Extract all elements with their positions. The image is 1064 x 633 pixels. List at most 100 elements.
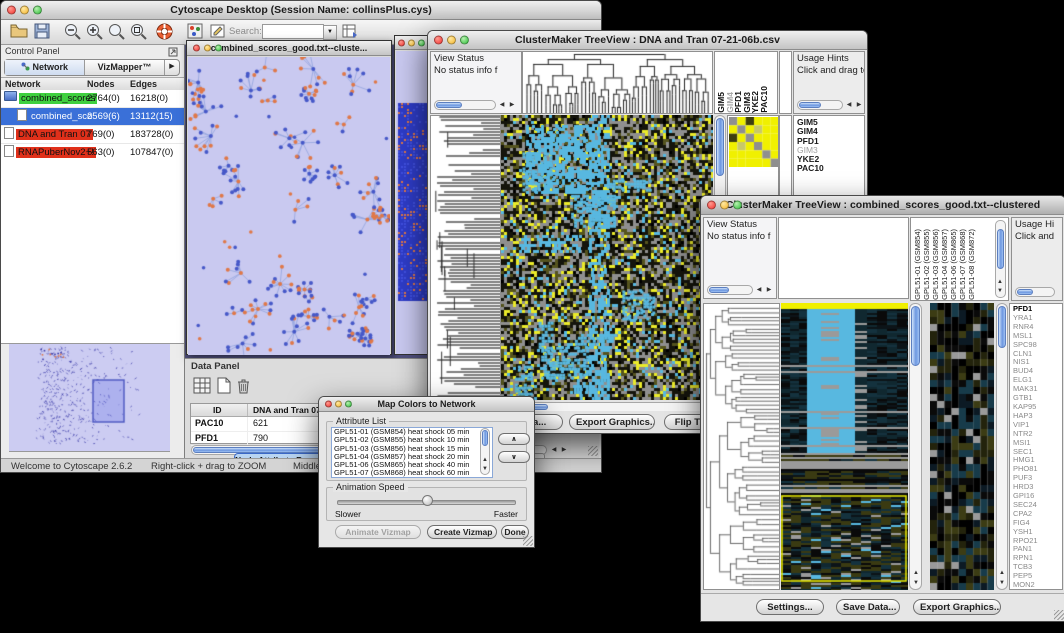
network-view-2-title-bar[interactable] [395,36,429,50]
search-dropdown-arrow[interactable]: ▼ [323,25,337,40]
tv1-row-dendrogram[interactable] [431,116,500,399]
close-button[interactable] [434,36,443,45]
treeview2-title-bar[interactable]: ClusterMaker TreeView : combined_scores_… [701,196,1064,215]
tv2-global-heatmap[interactable] [781,303,908,590]
network-canvas[interactable] [188,57,390,355]
scroll-left-arrow[interactable]: ◀ [754,286,764,294]
tv2-labels-vscrollbar[interactable]: ▲ ▼ [995,220,1006,298]
network-list-row[interactable]: DNA and Tran 07 769(0) 183728(0) [1,126,184,144]
network-list-row[interactable]: combined_sco 2569(6) 13112(15) [1,108,184,126]
tv2-gene-label[interactable]: MON2 [1013,581,1062,590]
treeview1-title-bar[interactable]: ClusterMaker TreeView : DNA and Tran 07-… [428,31,867,50]
close-button[interactable] [398,39,405,46]
scroll-right-arrow[interactable]: ▶ [507,101,517,109]
vizmapper-icon[interactable] [186,22,204,40]
export-graphics-button[interactable]: Export Graphics... [569,414,655,430]
zoom-button[interactable] [460,36,469,45]
zoom-fit-icon[interactable] [129,22,148,41]
move-up-button[interactable]: ∧ [498,433,530,445]
table-grid-icon[interactable] [193,377,211,394]
network-view-title-bar[interactable]: combined_scores_good.txt--cluste... [187,41,391,56]
network-list-row[interactable]: combined_scores 2764(0) 16218(0) [1,90,184,108]
dialog-resize-grip[interactable] [523,536,533,546]
float-panel-icon[interactable] [168,47,178,57]
col-edges[interactable]: Edges [130,78,157,90]
close-button[interactable] [325,401,332,408]
dense-cluster-canvas[interactable] [396,51,428,354]
zoom-selected-icon[interactable] [107,22,126,41]
save-data-button[interactable]: Save Data... [836,599,900,615]
table-import-icon[interactable] [341,22,359,40]
zoom-out-icon[interactable] [63,22,82,41]
tv1-status-hscrollbar[interactable] [434,100,496,110]
attribute-list-vscrollbar[interactable]: ▲ ▼ [480,428,490,475]
zoom-button[interactable] [345,401,352,408]
annotation-icon[interactable] [209,22,227,40]
scroll-down-arrow[interactable]: ▼ [911,579,921,587]
scroll-up-arrow[interactable]: ▲ [995,278,1005,286]
attribute-list[interactable]: GPL51-01 (GSM854) heat shock 05 minGPL51… [331,427,493,478]
scroll-right-arrow[interactable]: ▶ [764,286,774,294]
tv1-correlation-matrix[interactable] [729,117,779,167]
tv1-hints-hscrollbar[interactable] [797,100,843,110]
tv2-hints-hscrollbar[interactable] [1015,287,1055,297]
search-input[interactable] [262,24,324,39]
tab-vizmapper[interactable]: VizMapper™ [85,60,165,75]
scroll-up-arrow[interactable]: ▲ [911,569,921,577]
zoom-button[interactable] [733,201,742,210]
zoom-button[interactable] [215,45,222,52]
minimize-button[interactable] [720,201,729,210]
save-icon[interactable] [33,22,51,40]
export-graphics-button[interactable]: Export Graphics... [913,599,1001,615]
resize-grip[interactable] [588,446,598,456]
scroll-up-arrow[interactable]: ▲ [480,456,490,464]
zoom-button[interactable] [33,6,42,15]
scroll-right-arrow[interactable]: ▶ [559,446,569,454]
new-document-icon[interactable] [216,377,231,394]
zoom-in-icon[interactable] [85,22,104,41]
tv2-global-vscrollbar[interactable]: ▲ ▼ [909,303,922,590]
minimize-button[interactable] [20,6,29,15]
scroll-right-arrow[interactable]: ▶ [854,101,864,109]
tv1-column-dendrogram[interactable] [523,52,712,113]
attribute-list-item[interactable]: GPL51-07 (GSM868) heat shock 60 min [332,469,492,477]
tv2-status-hscrollbar[interactable] [707,285,753,295]
speed-slider-thumb[interactable] [422,495,433,506]
col-network[interactable]: Network [5,78,41,90]
settings-button[interactable]: Settings... [756,599,824,615]
close-button[interactable] [707,201,716,210]
scroll-left-arrow[interactable]: ◀ [844,101,854,109]
zoom-button[interactable] [418,39,425,46]
tab-network[interactable]: Network [5,60,85,75]
col-nodes[interactable]: Nodes [87,78,115,90]
minimize-button[interactable] [204,45,211,52]
close-button[interactable] [7,6,16,15]
tv2-gene-vscrollbar[interactable]: ▲ ▼ [996,303,1008,590]
scroll-down-arrow[interactable]: ▼ [997,579,1007,587]
minimize-button[interactable] [408,39,415,46]
trash-icon[interactable] [236,377,251,394]
create-vizmap-button[interactable]: Create Vizmap [427,525,497,539]
scroll-up-arrow[interactable]: ▲ [997,569,1007,577]
tab-overflow-arrow[interactable]: ▶ [165,60,179,75]
scroll-down-arrow[interactable]: ▼ [995,287,1005,295]
dialog-title-bar[interactable]: Map Colors to Network [319,397,534,412]
tv1-heatmap[interactable] [501,115,713,400]
move-down-button[interactable]: ∨ [498,451,530,463]
data-col-id[interactable]: ID [213,404,222,416]
open-folder-icon[interactable] [9,22,29,40]
tv2-zoom-heatmap[interactable] [930,303,994,590]
scroll-left-arrow[interactable]: ◀ [549,446,559,454]
minimize-button[interactable] [335,401,342,408]
minimize-button[interactable] [447,36,456,45]
tv2-resize-grip[interactable] [1054,610,1064,620]
animate-vizmap-button[interactable]: Animate Vizmap [335,525,421,539]
birdseye-view[interactable] [9,343,170,452]
scroll-left-arrow[interactable]: ◀ [497,101,507,109]
help-lifesaver-icon[interactable] [155,22,174,41]
close-button[interactable] [193,45,200,52]
tv2-row-dendrogram[interactable] [704,304,779,589]
tv1-gene-label[interactable]: PAC10 [797,164,864,173]
main-title-bar[interactable]: Cytoscape Desktop (Session Name: collins… [1,1,601,20]
scroll-down-arrow[interactable]: ▼ [480,465,490,473]
